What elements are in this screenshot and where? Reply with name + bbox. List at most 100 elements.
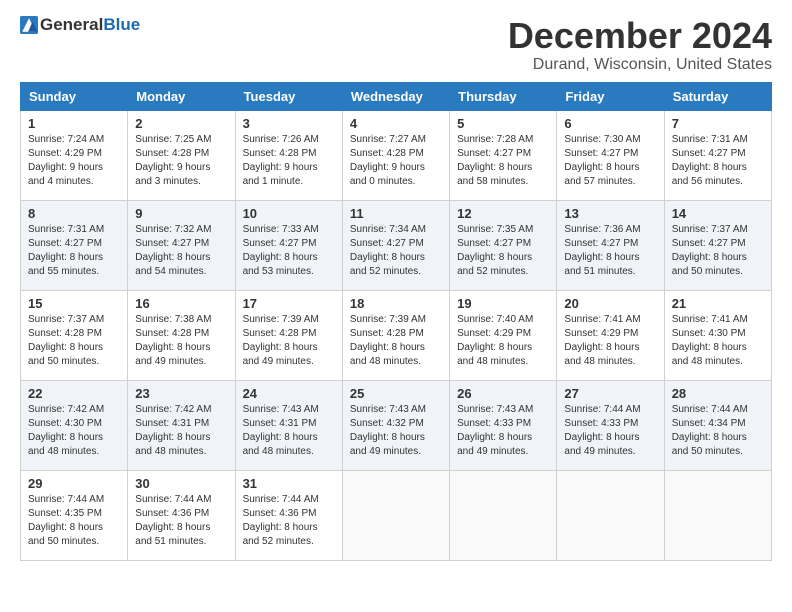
day-info: Sunrise: 7:31 AMSunset: 4:27 PMDaylight:… xyxy=(672,134,748,187)
calendar-cell: 18 Sunrise: 7:39 AMSunset: 4:28 PMDaylig… xyxy=(342,290,449,380)
day-number: 7 xyxy=(672,116,764,131)
day-number: 3 xyxy=(243,116,335,131)
day-number: 2 xyxy=(135,116,227,131)
day-info: Sunrise: 7:44 AMSunset: 4:34 PMDaylight:… xyxy=(672,404,748,457)
day-number: 23 xyxy=(135,386,227,401)
day-number: 17 xyxy=(243,296,335,311)
day-info: Sunrise: 7:43 AMSunset: 4:32 PMDaylight:… xyxy=(350,404,426,457)
calendar-table: Sunday Monday Tuesday Wednesday Thursday… xyxy=(20,82,772,561)
day-info: Sunrise: 7:41 AMSunset: 4:29 PMDaylight:… xyxy=(564,314,640,367)
day-number: 16 xyxy=(135,296,227,311)
calendar-cell: 25 Sunrise: 7:43 AMSunset: 4:32 PMDaylig… xyxy=(342,380,449,470)
day-info: Sunrise: 7:44 AMSunset: 4:36 PMDaylight:… xyxy=(135,494,211,547)
day-number: 21 xyxy=(672,296,764,311)
day-number: 6 xyxy=(564,116,656,131)
day-number: 14 xyxy=(672,206,764,221)
calendar-cell: 27 Sunrise: 7:44 AMSunset: 4:33 PMDaylig… xyxy=(557,380,664,470)
col-tuesday: Tuesday xyxy=(235,82,342,110)
day-info: Sunrise: 7:38 AMSunset: 4:28 PMDaylight:… xyxy=(135,314,211,367)
col-sunday: Sunday xyxy=(21,82,128,110)
day-number: 28 xyxy=(672,386,764,401)
day-info: Sunrise: 7:33 AMSunset: 4:27 PMDaylight:… xyxy=(243,224,319,277)
calendar-cell: 23 Sunrise: 7:42 AMSunset: 4:31 PMDaylig… xyxy=(128,380,235,470)
calendar-cell xyxy=(557,470,664,560)
day-number: 22 xyxy=(28,386,120,401)
col-monday: Monday xyxy=(128,82,235,110)
day-info: Sunrise: 7:43 AMSunset: 4:33 PMDaylight:… xyxy=(457,404,533,457)
day-number: 9 xyxy=(135,206,227,221)
day-info: Sunrise: 7:37 AMSunset: 4:27 PMDaylight:… xyxy=(672,224,748,277)
logo-icon xyxy=(20,16,38,34)
day-info: Sunrise: 7:41 AMSunset: 4:30 PMDaylight:… xyxy=(672,314,748,367)
calendar-cell: 19 Sunrise: 7:40 AMSunset: 4:29 PMDaylig… xyxy=(450,290,557,380)
day-number: 24 xyxy=(243,386,335,401)
calendar-cell: 12 Sunrise: 7:35 AMSunset: 4:27 PMDaylig… xyxy=(450,200,557,290)
day-info: Sunrise: 7:44 AMSunset: 4:36 PMDaylight:… xyxy=(243,494,319,547)
calendar-week-1: 1 Sunrise: 7:24 AMSunset: 4:29 PMDayligh… xyxy=(21,110,772,200)
day-number: 4 xyxy=(350,116,442,131)
day-number: 12 xyxy=(457,206,549,221)
page-header: GeneralBlue December 2024 Durand, Wiscon… xyxy=(20,16,772,74)
day-info: Sunrise: 7:30 AMSunset: 4:27 PMDaylight:… xyxy=(564,134,640,187)
calendar-cell: 3 Sunrise: 7:26 AMSunset: 4:28 PMDayligh… xyxy=(235,110,342,200)
day-info: Sunrise: 7:42 AMSunset: 4:31 PMDaylight:… xyxy=(135,404,211,457)
calendar-cell: 5 Sunrise: 7:28 AMSunset: 4:27 PMDayligh… xyxy=(450,110,557,200)
calendar-cell: 21 Sunrise: 7:41 AMSunset: 4:30 PMDaylig… xyxy=(664,290,771,380)
day-number: 15 xyxy=(28,296,120,311)
day-number: 8 xyxy=(28,206,120,221)
day-number: 20 xyxy=(564,296,656,311)
calendar-cell: 1 Sunrise: 7:24 AMSunset: 4:29 PMDayligh… xyxy=(21,110,128,200)
day-number: 11 xyxy=(350,206,442,221)
logo-blue: Blue xyxy=(103,15,140,34)
day-info: Sunrise: 7:24 AMSunset: 4:29 PMDaylight:… xyxy=(28,134,104,187)
calendar-cell: 2 Sunrise: 7:25 AMSunset: 4:28 PMDayligh… xyxy=(128,110,235,200)
day-info: Sunrise: 7:44 AMSunset: 4:35 PMDaylight:… xyxy=(28,494,104,547)
calendar-header-row: Sunday Monday Tuesday Wednesday Thursday… xyxy=(21,82,772,110)
calendar-cell: 22 Sunrise: 7:42 AMSunset: 4:30 PMDaylig… xyxy=(21,380,128,470)
calendar-cell: 24 Sunrise: 7:43 AMSunset: 4:31 PMDaylig… xyxy=(235,380,342,470)
day-info: Sunrise: 7:43 AMSunset: 4:31 PMDaylight:… xyxy=(243,404,319,457)
day-info: Sunrise: 7:25 AMSunset: 4:28 PMDaylight:… xyxy=(135,134,211,187)
calendar-cell: 4 Sunrise: 7:27 AMSunset: 4:28 PMDayligh… xyxy=(342,110,449,200)
day-number: 30 xyxy=(135,476,227,491)
col-thursday: Thursday xyxy=(450,82,557,110)
day-info: Sunrise: 7:40 AMSunset: 4:29 PMDaylight:… xyxy=(457,314,533,367)
day-number: 26 xyxy=(457,386,549,401)
calendar-week-2: 8 Sunrise: 7:31 AMSunset: 4:27 PMDayligh… xyxy=(21,200,772,290)
calendar-cell: 6 Sunrise: 7:30 AMSunset: 4:27 PMDayligh… xyxy=(557,110,664,200)
day-number: 18 xyxy=(350,296,442,311)
calendar-cell: 11 Sunrise: 7:34 AMSunset: 4:27 PMDaylig… xyxy=(342,200,449,290)
day-number: 25 xyxy=(350,386,442,401)
calendar-cell: 17 Sunrise: 7:39 AMSunset: 4:28 PMDaylig… xyxy=(235,290,342,380)
title-block: December 2024 Durand, Wisconsin, United … xyxy=(508,16,772,74)
calendar-cell: 15 Sunrise: 7:37 AMSunset: 4:28 PMDaylig… xyxy=(21,290,128,380)
col-saturday: Saturday xyxy=(664,82,771,110)
day-info: Sunrise: 7:31 AMSunset: 4:27 PMDaylight:… xyxy=(28,224,104,277)
calendar-cell: 28 Sunrise: 7:44 AMSunset: 4:34 PMDaylig… xyxy=(664,380,771,470)
calendar-cell: 8 Sunrise: 7:31 AMSunset: 4:27 PMDayligh… xyxy=(21,200,128,290)
day-number: 19 xyxy=(457,296,549,311)
calendar-cell xyxy=(664,470,771,560)
logo-general: General xyxy=(40,15,103,34)
calendar-cell: 16 Sunrise: 7:38 AMSunset: 4:28 PMDaylig… xyxy=(128,290,235,380)
day-number: 1 xyxy=(28,116,120,131)
calendar-cell: 7 Sunrise: 7:31 AMSunset: 4:27 PMDayligh… xyxy=(664,110,771,200)
day-info: Sunrise: 7:37 AMSunset: 4:28 PMDaylight:… xyxy=(28,314,104,367)
calendar-week-5: 29 Sunrise: 7:44 AMSunset: 4:35 PMDaylig… xyxy=(21,470,772,560)
calendar-week-4: 22 Sunrise: 7:42 AMSunset: 4:30 PMDaylig… xyxy=(21,380,772,470)
month-title: December 2024 xyxy=(508,16,772,56)
day-number: 5 xyxy=(457,116,549,131)
day-info: Sunrise: 7:28 AMSunset: 4:27 PMDaylight:… xyxy=(457,134,533,187)
day-info: Sunrise: 7:39 AMSunset: 4:28 PMDaylight:… xyxy=(350,314,426,367)
day-number: 29 xyxy=(28,476,120,491)
day-number: 13 xyxy=(564,206,656,221)
calendar-cell: 29 Sunrise: 7:44 AMSunset: 4:35 PMDaylig… xyxy=(21,470,128,560)
calendar-cell: 13 Sunrise: 7:36 AMSunset: 4:27 PMDaylig… xyxy=(557,200,664,290)
day-info: Sunrise: 7:26 AMSunset: 4:28 PMDaylight:… xyxy=(243,134,319,187)
calendar-cell: 31 Sunrise: 7:44 AMSunset: 4:36 PMDaylig… xyxy=(235,470,342,560)
location-title: Durand, Wisconsin, United States xyxy=(508,56,772,74)
day-info: Sunrise: 7:44 AMSunset: 4:33 PMDaylight:… xyxy=(564,404,640,457)
day-info: Sunrise: 7:34 AMSunset: 4:27 PMDaylight:… xyxy=(350,224,426,277)
logo: GeneralBlue xyxy=(20,16,140,35)
calendar-cell: 10 Sunrise: 7:33 AMSunset: 4:27 PMDaylig… xyxy=(235,200,342,290)
